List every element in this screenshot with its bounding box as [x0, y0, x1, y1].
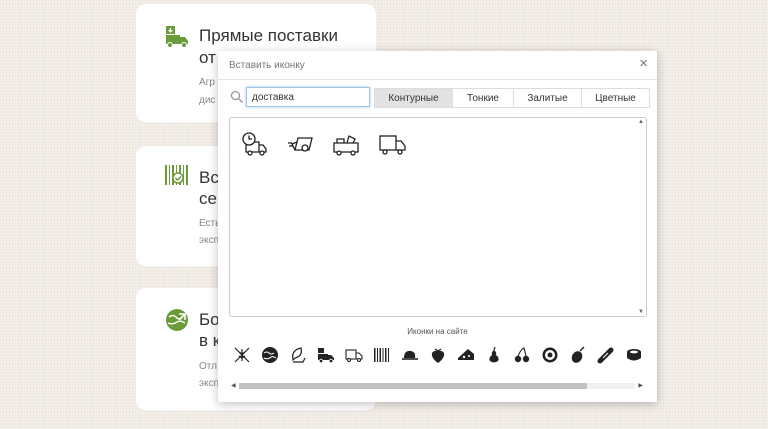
truck-icon[interactable] — [345, 346, 363, 364]
card-text-line2: эксп — [199, 378, 220, 389]
dialog-divider — [218, 79, 657, 80]
delivery-time-icon[interactable] — [240, 130, 268, 158]
card-text: Отл — [199, 361, 217, 372]
card-text-line2: эксп — [199, 235, 220, 246]
delivery-truck-icon[interactable] — [317, 346, 335, 364]
donut-icon[interactable] — [541, 346, 559, 364]
card-title: Вс — [199, 168, 219, 187]
icon-results-panel: ▲ ▼ — [229, 117, 647, 317]
globe-icon[interactable] — [261, 346, 279, 364]
search-icon — [230, 90, 244, 104]
scroll-down-icon[interactable]: ▼ — [637, 309, 645, 315]
search-input[interactable] — [246, 87, 370, 107]
no-wheat-icon[interactable] — [233, 346, 251, 364]
globe-arrow-icon — [166, 309, 188, 331]
card-title: Бо — [199, 310, 220, 329]
results-scrollbar[interactable]: ▲ ▼ — [637, 119, 645, 315]
insert-icon-dialog: Вставить иконку × Контурные Тонкие Залит… — [218, 51, 657, 402]
leaf-hand-icon[interactable] — [289, 346, 307, 364]
delivery-van-icon[interactable] — [287, 130, 315, 158]
barcode-check-icon — [165, 165, 188, 185]
tab-outline[interactable]: Контурные — [374, 88, 453, 108]
dialog-title: Вставить иконку — [229, 60, 305, 71]
card-title: Прямые поставки — [199, 26, 338, 45]
card-text: Агр — [199, 77, 215, 88]
sausage-icon[interactable] — [597, 346, 615, 364]
site-icons-label: Иконки на сайте — [407, 327, 468, 336]
truck-icon[interactable] — [378, 130, 406, 158]
tab-filled[interactable]: Залитые — [513, 88, 582, 108]
food-truck-icon[interactable] — [332, 130, 360, 158]
tab-colored[interactable]: Цветные — [581, 88, 650, 108]
site-icons-scrollbar[interactable]: ◀ ▶ — [229, 381, 645, 391]
scroll-up-icon[interactable]: ▲ — [637, 119, 645, 125]
icon-style-tabs: Контурные Тонкие Залитые Цветные — [374, 88, 650, 108]
scroll-thumb[interactable] — [239, 383, 587, 389]
hat-icon[interactable] — [401, 346, 419, 364]
scroll-left-icon[interactable]: ◀ — [231, 381, 236, 391]
scroll-right-icon[interactable]: ▶ — [638, 381, 643, 391]
barcode-icon[interactable] — [373, 346, 391, 364]
can-icon[interactable] — [625, 346, 643, 364]
card-title-line2: от — [199, 48, 216, 67]
strawberry-icon[interactable] — [429, 346, 447, 364]
close-icon[interactable]: × — [639, 56, 648, 72]
card-text-line2: дис — [199, 95, 216, 106]
pear-icon[interactable] — [485, 346, 503, 364]
cherry-icon[interactable] — [513, 346, 531, 364]
delivery-truck-icon — [166, 26, 188, 48]
cheese-icon[interactable] — [457, 346, 475, 364]
tab-thin[interactable]: Тонкие — [452, 88, 514, 108]
olive-icon[interactable] — [569, 346, 587, 364]
